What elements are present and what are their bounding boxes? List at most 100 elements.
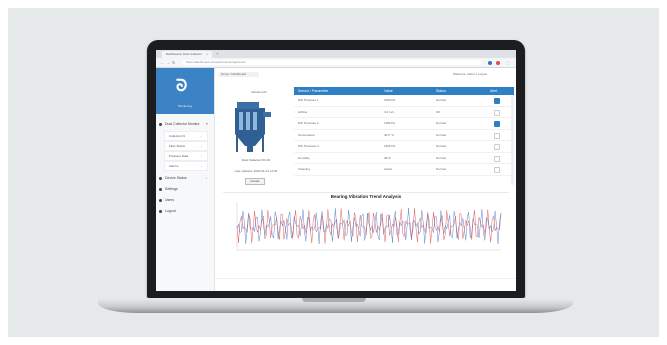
- chart-title: Bearing Vibration Trend Analysis: [330, 194, 402, 199]
- logo-block: ᘐ Monitoring: [156, 68, 214, 114]
- table-row[interactable]: Humidity 38 % Normal: [294, 153, 514, 164]
- table-row[interactable]: Airflow 3.2 m/s OK: [294, 107, 514, 118]
- address-text: https://dashboard.example/monitoring/dev…: [186, 60, 246, 64]
- forward-icon[interactable]: →: [166, 60, 170, 65]
- chevron-right-icon: ›: [201, 134, 202, 138]
- cell-name: Humidity: [298, 155, 310, 160]
- chevron-right-icon: ›: [201, 154, 202, 158]
- laptop-hinge-notch: [302, 298, 366, 302]
- sidebar-item-device-status[interactable]: Device Status ›: [156, 174, 214, 183]
- cell-status: Normal: [436, 132, 446, 137]
- browser-tab-title: Dashboard | Dust Collector: [166, 52, 202, 56]
- sidebar-item-label: Device Status: [165, 176, 187, 180]
- table-header: Sensor / Parameter Value Status Alert: [294, 87, 514, 95]
- sidebar-subitem-label: Collector 01: [169, 134, 186, 138]
- table-row[interactable]: Diff. Pressure 3 1305 Pa Normal: [294, 141, 514, 153]
- footer-area: [215, 278, 516, 291]
- cell-name: Diff. Pressure 1: [298, 98, 319, 102]
- alert-checkbox[interactable]: [494, 132, 500, 139]
- back-icon[interactable]: ←: [160, 60, 164, 65]
- logo-text: Monitoring: [177, 104, 192, 108]
- close-icon[interactable]: ×: [206, 52, 208, 56]
- device-updated: Last updated: 2020-01-01 12:00: [234, 169, 278, 173]
- breadcrumb[interactable]: Home / Dashboard: [219, 72, 259, 77]
- sidebar-item-label: Dust Collector Monitor: [165, 122, 200, 126]
- logo-icon: ᘐ: [176, 78, 188, 95]
- address-bar[interactable]: https://dashboard.example/monitoring/dev…: [182, 60, 482, 65]
- cell-name: Temperature: [298, 132, 315, 137]
- gear-icon: [159, 188, 162, 191]
- sidebar-subitem-label: Filter Status: [169, 144, 186, 148]
- sensor-table: Sensor / Parameter Value Status Alert Di…: [294, 87, 514, 176]
- chevron-right-icon: ›: [201, 144, 202, 148]
- new-tab-icon[interactable]: +: [216, 51, 218, 56]
- alert-checkbox[interactable]: [494, 121, 500, 127]
- cell-value: 42.5 °C: [384, 132, 395, 137]
- profile-icon[interactable]: [496, 61, 500, 65]
- sidebar-subitem-alarms[interactable]: Alarms ›: [164, 161, 208, 171]
- alert-checkbox[interactable]: [494, 144, 500, 150]
- sidebar-item-label: Logout: [165, 209, 176, 213]
- chart-panel: Bearing Vibration Trend Analysis: [223, 192, 509, 259]
- cell-status: Normal: [436, 144, 446, 148]
- sidebar-subitem-filter[interactable]: Filter Status ›: [164, 141, 208, 151]
- reload-icon[interactable]: ↻: [172, 60, 175, 65]
- cell-value: 1180 Pa: [384, 121, 395, 125]
- sidebar-item-users[interactable]: Users: [156, 196, 214, 205]
- cell-value: Active: [384, 167, 393, 171]
- laptop-screen: Dashboard | Dust Collector × + ← → ↻ htt…: [156, 50, 516, 291]
- chevron-right-icon: ›: [201, 164, 202, 168]
- table-row[interactable]: Diff. Pressure 1 1250 Pa Normal: [294, 95, 514, 107]
- sidebar-subitem-label: Alarms: [169, 164, 179, 168]
- browser-tab[interactable]: Dashboard | Dust Collector ×: [162, 51, 212, 58]
- device-title: Device Info: [251, 90, 267, 94]
- sidebar-item-settings[interactable]: Settings: [156, 185, 214, 194]
- column-header[interactable]: Sensor / Parameter: [298, 89, 328, 93]
- dust-collector-icon: [235, 102, 271, 152]
- vibration-chart: [236, 202, 502, 251]
- alert-checkbox[interactable]: [494, 155, 500, 162]
- details-button[interactable]: Details: [245, 178, 265, 185]
- dashboard-icon: [159, 123, 162, 126]
- browser-tab-bar: Dashboard | Dust Collector × +: [156, 50, 516, 58]
- cell-value: 1250 Pa: [384, 98, 396, 102]
- browser-toolbar: ← → ↻ https://dashboard.example/monitori…: [156, 58, 516, 68]
- alert-checkbox[interactable]: [494, 98, 500, 104]
- cell-status: Normal: [436, 98, 446, 102]
- table-scrollbar[interactable]: [511, 95, 514, 185]
- sidebar-item-label: Settings: [165, 187, 178, 191]
- sidebar-subitem-collector[interactable]: Collector 01 ›: [164, 131, 208, 141]
- menu-icon[interactable]: ⋮: [506, 60, 510, 65]
- table-body: Diff. Pressure 1 1250 Pa Normal Airflow 3.2 …: [294, 95, 514, 176]
- user-icon: [159, 199, 162, 202]
- alert-checkbox[interactable]: [494, 167, 500, 173]
- sidebar-item-logout[interactable]: Logout: [156, 207, 214, 216]
- cell-status: Normal: [436, 167, 446, 171]
- table-row[interactable]: Cleaning Active Normal: [294, 164, 514, 176]
- cell-name: Diff. Pressure 2: [298, 121, 319, 125]
- table-row[interactable]: Diff. Pressure 2 1180 Pa Normal: [294, 118, 514, 130]
- cell-value: 3.2 m/s: [384, 109, 394, 114]
- main-content: Home / Dashboard Welcome, Admin | Logout…: [215, 68, 516, 291]
- sidebar-item-label: Users: [165, 198, 175, 202]
- extension-icon[interactable]: [488, 61, 492, 65]
- device-caption: Dust Collector DC-01: [241, 158, 271, 162]
- cell-status: OK: [436, 109, 441, 114]
- logout-icon: [159, 210, 162, 213]
- cell-name: Airflow: [298, 109, 308, 114]
- cell-value: 1305 Pa: [384, 144, 396, 148]
- alert-checkbox[interactable]: [494, 109, 500, 116]
- sidebar-item-monitor[interactable]: Dust Collector Monitor ▾: [156, 120, 214, 129]
- column-header[interactable]: Alert: [490, 89, 497, 93]
- user-info[interactable]: Welcome, Admin | Logout: [453, 72, 487, 76]
- cell-status: Normal: [436, 121, 446, 125]
- table-row[interactable]: Temperature 42.5 °C Normal: [294, 130, 514, 141]
- chevron-right-icon: ›: [206, 176, 208, 180]
- cell-status: Normal: [436, 155, 446, 160]
- column-header[interactable]: Status: [436, 89, 446, 93]
- column-header[interactable]: Value: [384, 89, 393, 93]
- sidebar-subitem-label: Pressure Data: [169, 154, 189, 158]
- cell-name: Cleaning: [298, 167, 310, 171]
- sidebar-subitem-pressure[interactable]: Pressure Data ›: [164, 151, 208, 161]
- sidebar: ᘐ Monitoring Dust Collector Monitor ▾ Co…: [156, 68, 215, 291]
